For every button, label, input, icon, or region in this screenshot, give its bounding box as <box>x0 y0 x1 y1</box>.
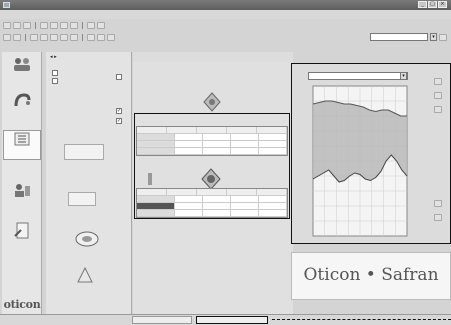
fine-tuning-icon <box>15 184 30 197</box>
search-icon[interactable] <box>97 33 105 41</box>
brand-logo: oticon <box>3 298 41 311</box>
toolbar-separator <box>82 33 83 41</box>
toolbar-separator <box>35 21 36 29</box>
application-window: _ □ × ▾ oticon ◂ ▸ ✓ ✓ ▾ Oticon • Safran <box>0 0 451 325</box>
brand-text: Oticon • Safran <box>303 265 439 285</box>
direction-pad-icon[interactable] <box>203 92 221 112</box>
toolbar-separator <box>82 21 83 29</box>
sidebar-item-fine-tuning[interactable] <box>3 182 41 199</box>
audiogram-chart[interactable] <box>292 64 451 245</box>
refresh-icon[interactable] <box>107 33 115 41</box>
nav-forward-icon[interactable]: ▸ <box>54 54 57 60</box>
print-icon[interactable] <box>87 21 95 29</box>
app-icon <box>3 2 10 8</box>
sidebar-item-end-session[interactable] <box>3 222 41 241</box>
volume-control-icon[interactable] <box>74 230 100 248</box>
sidebar <box>2 52 42 314</box>
maximize-button[interactable]: □ <box>428 1 437 8</box>
nav-back-icon[interactable]: ◂ <box>50 54 53 60</box>
chevron-down-icon[interactable]: ▾ <box>430 33 437 41</box>
option-checkbox[interactable] <box>52 78 58 84</box>
minimize-button[interactable]: _ <box>418 1 427 8</box>
new-icon[interactable] <box>3 21 11 29</box>
toolbar-1 <box>0 20 451 30</box>
curve-panel: ▾ <box>291 63 451 244</box>
standard-button[interactable] <box>132 316 192 324</box>
sidebar-item-selection[interactable] <box>3 92 41 109</box>
sidebar-item-fitting[interactable] <box>3 130 41 160</box>
settings-icon[interactable] <box>439 33 447 41</box>
paste-icon[interactable] <box>60 21 68 29</box>
binaural-icon[interactable] <box>50 33 58 41</box>
option-checkbox[interactable] <box>52 70 58 76</box>
close-button[interactable]: × <box>438 1 447 8</box>
program-manager-box[interactable] <box>64 144 104 160</box>
sliders-icon <box>14 132 30 146</box>
hearing-aid-icon <box>14 93 31 107</box>
right-ear-icon[interactable] <box>40 33 48 41</box>
grid-icon[interactable] <box>434 92 442 99</box>
scroll-down-icon[interactable] <box>434 214 442 221</box>
title-bar: _ □ × <box>0 0 451 10</box>
option-checkbox[interactable] <box>116 74 122 80</box>
battery-icon <box>77 266 93 283</box>
instrument-combo[interactable] <box>370 33 428 41</box>
people-icon <box>14 58 30 71</box>
options-panel: ◂ ▸ ✓ ✓ <box>46 52 132 314</box>
toolbar-separator <box>25 33 26 41</box>
expanded-button[interactable] <box>196 316 268 324</box>
undo-icon[interactable] <box>70 21 78 29</box>
help-icon[interactable] <box>97 21 105 29</box>
mute-icon[interactable] <box>70 33 78 41</box>
sidebar-item-counselling[interactable] <box>3 56 41 73</box>
toolbar-2: ▾ <box>0 31 451 43</box>
option-checkbox[interactable]: ✓ <box>116 108 122 114</box>
curve-tools <box>432 66 450 226</box>
left-ear-icon[interactable] <box>30 33 38 41</box>
save-icon[interactable] <box>23 21 31 29</box>
focus-highlight-box <box>134 113 290 219</box>
legend-icon[interactable] <box>434 106 442 113</box>
session-icon[interactable] <box>13 33 21 41</box>
option-checkbox[interactable]: ✓ <box>116 118 122 124</box>
callout-line <box>272 319 451 320</box>
cut-icon[interactable] <box>40 21 48 29</box>
zoom-icon[interactable] <box>87 33 95 41</box>
breadcrumb <box>133 52 293 62</box>
document-icon <box>14 222 29 239</box>
window-controls: _ □ × <box>418 1 447 8</box>
panel-tools: ◂ ▸ <box>50 54 57 60</box>
client-icon[interactable] <box>3 33 11 41</box>
scroll-up-icon[interactable] <box>434 200 442 207</box>
program-icon[interactable] <box>60 33 68 41</box>
menu-bar <box>0 10 451 19</box>
copy-icon[interactable] <box>50 21 58 29</box>
zoom-icon[interactable] <box>434 78 442 85</box>
identity-indicator[interactable] <box>68 192 96 206</box>
open-icon[interactable] <box>13 21 21 29</box>
